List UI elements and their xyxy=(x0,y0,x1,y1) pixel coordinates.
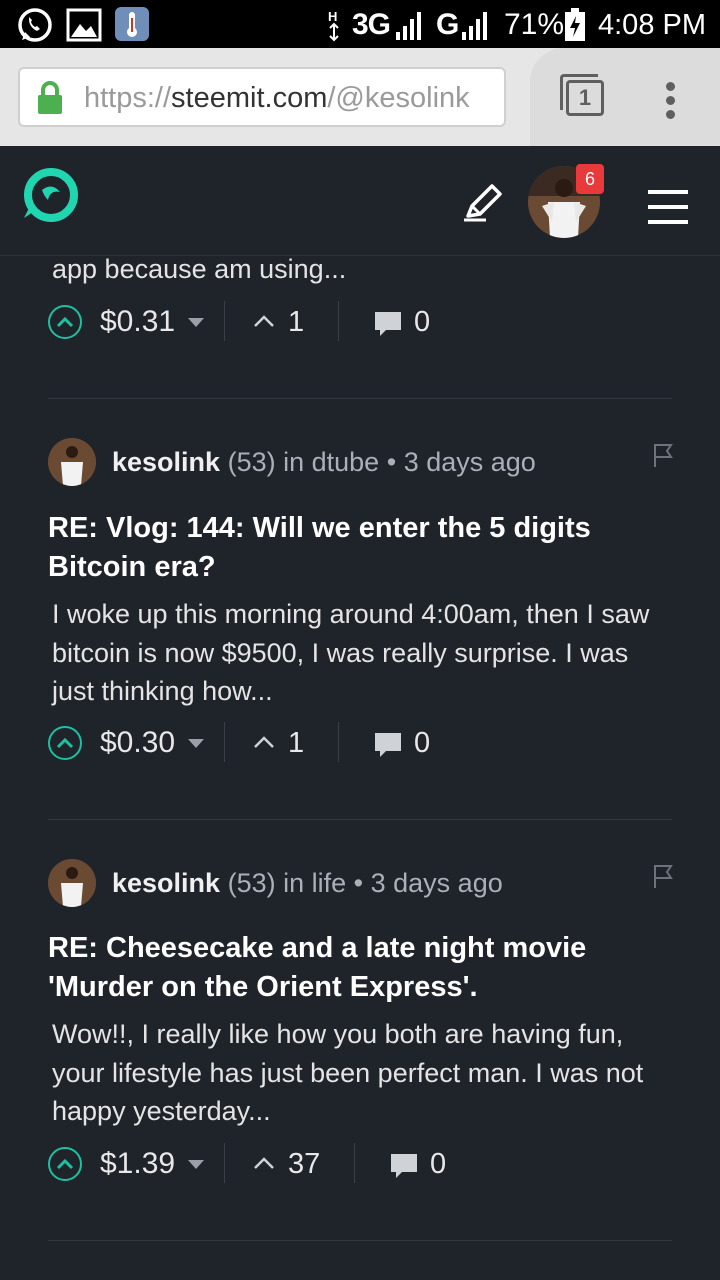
tab-switcher-button[interactable]: 1 xyxy=(566,80,604,116)
comment-icon[interactable] xyxy=(372,730,404,760)
community-link[interactable]: in life xyxy=(283,868,346,898)
divider xyxy=(224,1143,225,1183)
post-stats-row: $0.30 1 0 xyxy=(48,722,668,766)
comment-count[interactable]: 0 xyxy=(430,1145,446,1183)
post-snippet[interactable]: Wow!!, I really like how you both are ha… xyxy=(52,1015,672,1131)
signal-icon-2 xyxy=(462,12,487,40)
author-line: kesolink (53) in dtube • 3 days ago xyxy=(112,445,536,479)
flag-icon[interactable] xyxy=(652,442,674,468)
author-name[interactable]: kesolink xyxy=(112,868,220,898)
community-link[interactable]: in dtube xyxy=(283,447,379,477)
divider xyxy=(354,1143,355,1183)
feed-divider xyxy=(48,398,672,399)
payout-amount[interactable]: $0.31 xyxy=(100,303,175,341)
hamburger-line xyxy=(648,220,688,224)
post-title[interactable]: RE: Vlog: 144: Will we enter the 5 digit… xyxy=(48,509,668,587)
chevron-up-icon xyxy=(56,1158,74,1170)
browser-toolbar: https://steemit.com/@kesolink 1 xyxy=(0,48,720,146)
browser-menu-button[interactable] xyxy=(666,82,676,124)
comment-feed: app because am using... $0.31 1 0 kesoli… xyxy=(0,256,720,1280)
votes-chevron-icon xyxy=(254,1157,274,1169)
feed-divider xyxy=(48,819,672,820)
post-time[interactable]: 3 days ago xyxy=(404,447,536,477)
comment-count[interactable]: 0 xyxy=(414,724,430,762)
url-bar[interactable]: https://steemit.com/@kesolink xyxy=(18,67,506,127)
comment-count[interactable]: 0 xyxy=(414,303,430,341)
whatsapp-icon xyxy=(18,8,52,42)
votes-chevron-icon xyxy=(254,315,274,327)
post-stats-row: $1.39 37 0 xyxy=(48,1143,668,1187)
svg-text:H: H xyxy=(328,9,337,24)
network-type-1: 3G xyxy=(352,8,391,41)
chevron-up-icon xyxy=(56,316,74,328)
feed-divider xyxy=(48,1240,672,1241)
author-reputation: (53) xyxy=(227,868,276,898)
thermometer-app-icon xyxy=(115,7,149,41)
menu-dot xyxy=(666,110,675,119)
author-avatar[interactable] xyxy=(48,438,96,486)
app-header: 6 xyxy=(0,146,720,256)
divider xyxy=(224,301,225,341)
vote-count[interactable]: 37 xyxy=(288,1145,320,1183)
url-domain: steemit.com xyxy=(171,82,328,114)
comment-icon[interactable] xyxy=(388,1151,420,1181)
tab-area: 1 xyxy=(530,48,720,146)
url-path: /@kesolink xyxy=(327,82,470,114)
payout-amount[interactable]: $1.39 xyxy=(100,1145,175,1183)
separator-dot: • xyxy=(353,868,364,898)
payout-dropdown-icon[interactable] xyxy=(188,318,204,327)
status-bar: H 3G G 71% 4:08 PM xyxy=(0,0,720,48)
author-avatar-image xyxy=(48,438,96,486)
author-avatar-image xyxy=(48,859,96,907)
url-text[interactable]: https://steemit.com/@kesolink xyxy=(84,81,494,115)
author-name[interactable]: kesolink xyxy=(112,447,220,477)
divider xyxy=(338,301,339,341)
author-line: kesolink (53) in life • 3 days ago xyxy=(112,866,503,900)
notification-badge[interactable]: 6 xyxy=(576,164,604,194)
divider xyxy=(224,722,225,762)
url-fade xyxy=(464,69,504,125)
upvote-button[interactable] xyxy=(48,305,82,339)
post-title[interactable]: RE: Cheesecake and a late night movie 'M… xyxy=(48,929,668,1007)
divider xyxy=(338,722,339,762)
post-snippet[interactable]: I woke up this morning around 4:00am, th… xyxy=(52,595,672,711)
battery-icon xyxy=(565,8,585,41)
hamburger-line xyxy=(648,190,688,194)
votes-chevron-icon xyxy=(254,736,274,748)
upvote-button[interactable] xyxy=(48,1147,82,1181)
image-icon xyxy=(66,8,102,42)
signal-icon xyxy=(396,12,421,40)
vote-count[interactable]: 1 xyxy=(288,724,304,762)
upvote-button[interactable] xyxy=(48,726,82,760)
data-arrows-icon: H xyxy=(328,9,339,42)
comment-icon[interactable] xyxy=(372,309,404,339)
separator-dot: • xyxy=(386,447,397,477)
payout-dropdown-icon[interactable] xyxy=(188,739,204,748)
post-snippet[interactable]: app because am using... xyxy=(52,256,672,289)
clock: 4:08 PM xyxy=(598,9,706,41)
post-time[interactable]: 3 days ago xyxy=(371,868,503,898)
network-type-2: G xyxy=(436,8,460,41)
post-stats-row: $0.31 1 0 xyxy=(48,301,668,345)
author-avatar[interactable] xyxy=(48,859,96,907)
lock-icon xyxy=(38,81,62,114)
flag-icon[interactable] xyxy=(652,863,674,889)
menu-dot xyxy=(666,96,675,105)
payout-dropdown-icon[interactable] xyxy=(188,1160,204,1169)
steemit-logo-icon[interactable] xyxy=(20,166,80,226)
compose-pen-icon[interactable] xyxy=(462,182,504,222)
menu-dot xyxy=(666,82,675,91)
author-reputation: (53) xyxy=(227,447,276,477)
battery-percent: 71% xyxy=(504,8,565,41)
payout-amount[interactable]: $0.30 xyxy=(100,724,175,762)
hamburger-line xyxy=(648,205,688,209)
chevron-up-icon xyxy=(56,737,74,749)
url-scheme: https:// xyxy=(84,82,172,114)
vote-count[interactable]: 1 xyxy=(288,303,304,341)
